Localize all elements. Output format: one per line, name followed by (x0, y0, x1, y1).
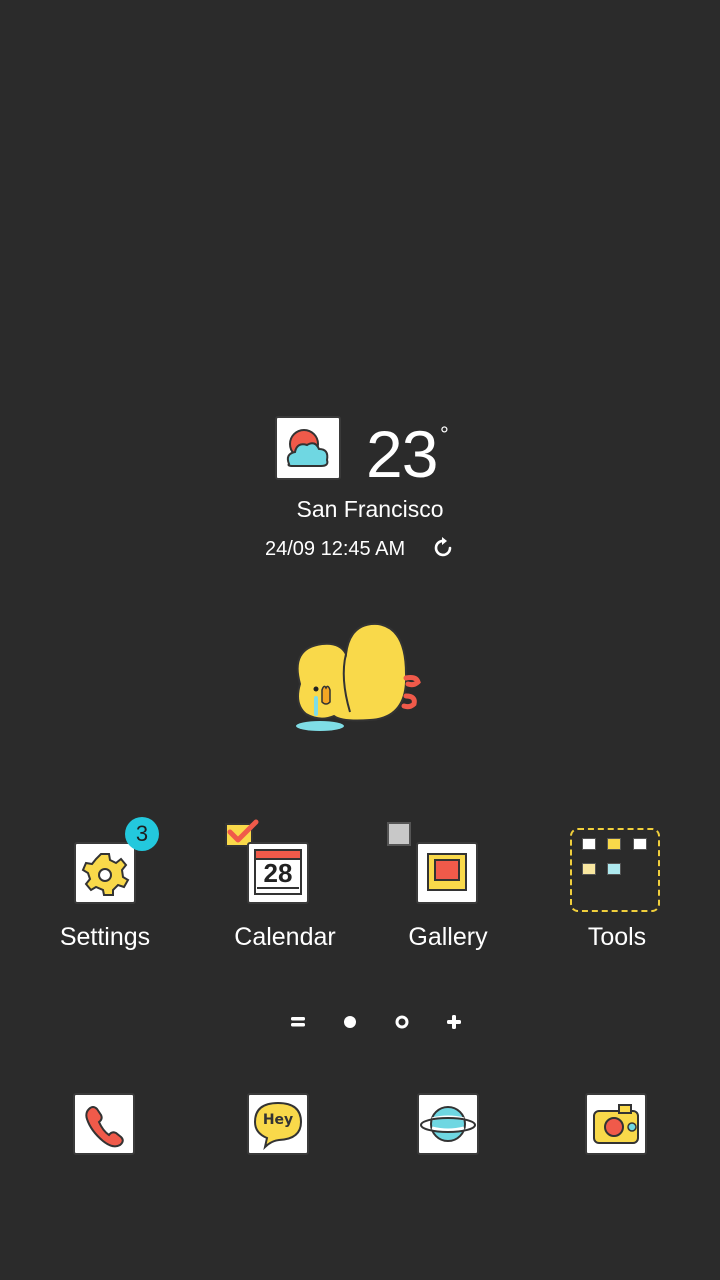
app-label: Settings (59, 923, 151, 951)
refresh-icon[interactable] (432, 536, 456, 560)
update-datetime: 24/09 12:45 AM (265, 538, 406, 560)
folder-tools[interactable]: Tools (532, 820, 702, 960)
app-label: Tools (587, 923, 647, 951)
app-settings[interactable]: 3 Settings (20, 817, 190, 960)
planet-icon[interactable] (417, 1093, 479, 1155)
page-dot-active[interactable] (338, 1010, 362, 1034)
page-dot[interactable] (390, 1010, 414, 1034)
photo-sticker-icon (387, 822, 411, 846)
chick-mascot-sticker[interactable] (280, 618, 430, 738)
city-name: San Francisco (296, 496, 444, 522)
calendar-icon: 28 (247, 842, 309, 904)
app-label: Gallery (408, 923, 488, 951)
mini-app-icon (582, 863, 596, 875)
mini-app-icon (607, 838, 621, 850)
mini-app-icon (582, 838, 596, 850)
phone-icon[interactable] (73, 1093, 135, 1155)
mini-app-icon (607, 863, 621, 875)
hey-bubble-icon[interactable]: Hey (247, 1093, 309, 1155)
temperature: 23 (366, 417, 438, 491)
folder-icon (570, 828, 660, 912)
hey-text: Hey (262, 1112, 294, 1128)
mini-app-icon (633, 838, 647, 850)
home-screen: 23 ° San Francisco 24/09 12:45 AM 3 Sett… (0, 0, 720, 1280)
calendar-date: 28 (263, 858, 293, 888)
degree-symbol: ° (440, 422, 449, 447)
menu-page-icon[interactable] (286, 1010, 310, 1034)
app-gallery[interactable]: Gallery (363, 820, 533, 960)
add-page-icon[interactable] (442, 1010, 466, 1034)
picture-frame-icon (416, 842, 478, 904)
weather-widget[interactable]: 23 ° San Francisco 24/09 12:45 AM (0, 410, 720, 570)
gear-icon (74, 842, 136, 904)
dock: Hey (0, 1093, 720, 1157)
notification-badge: 3 (125, 817, 159, 851)
page-indicators (0, 1010, 720, 1036)
app-label: Calendar (234, 923, 336, 951)
camera-icon[interactable] (585, 1093, 647, 1155)
sun-cloud-icon (275, 416, 341, 480)
app-calendar[interactable]: 28 Calendar (200, 819, 370, 960)
